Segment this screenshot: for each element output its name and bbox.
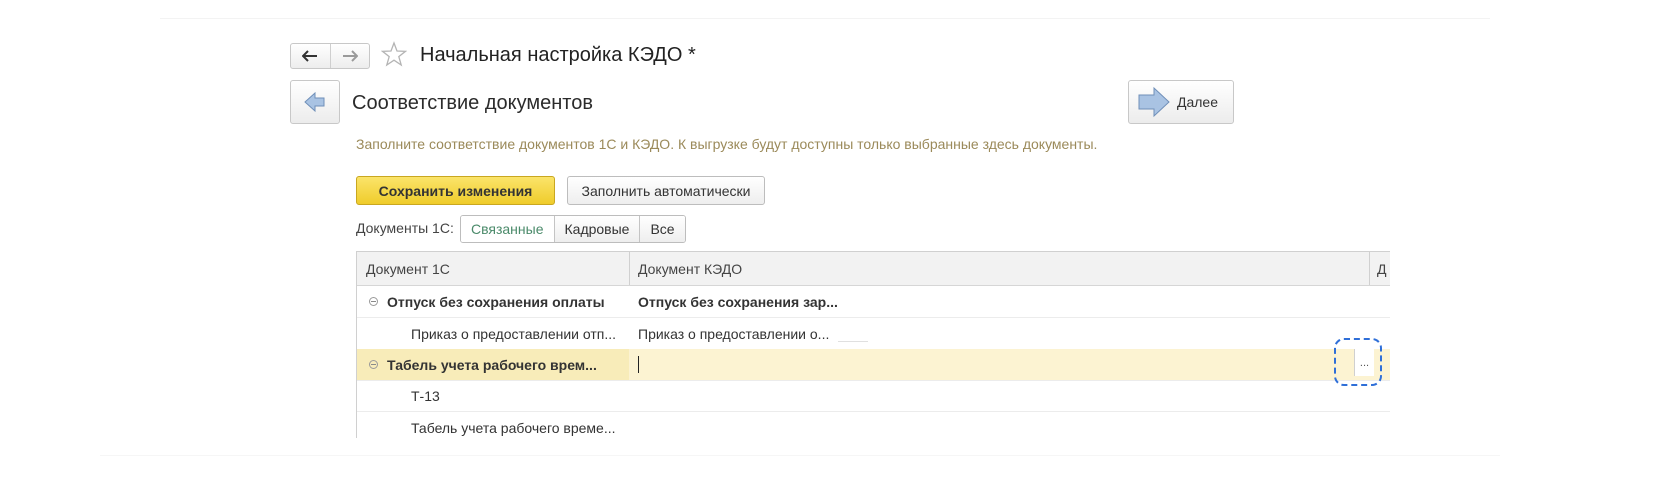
- table-row-selected[interactable]: Табель учета рабочего врем...: [357, 349, 1390, 381]
- table-row[interactable]: Табель учета рабочего време...: [357, 412, 1390, 438]
- cell-kedo[interactable]: [629, 380, 1389, 411]
- kedo-edit-field[interactable]: [629, 349, 1389, 380]
- column-header-doc1c[interactable]: Документ 1С: [357, 252, 629, 285]
- filter-hr[interactable]: Кадровые: [553, 216, 640, 242]
- cell-text: Отпуск без сохранения оплаты: [387, 293, 605, 310]
- cell-doc1c: Табель учета рабочего врем...: [357, 349, 629, 380]
- bottom-divider: [100, 455, 1500, 456]
- fill-automatically-button[interactable]: Заполнить автоматически: [567, 176, 765, 205]
- highlight-marker: [1334, 338, 1382, 386]
- documents-filter-label: Документы 1С:: [356, 220, 454, 236]
- filter-all[interactable]: Все: [639, 216, 685, 242]
- collapse-icon[interactable]: [369, 297, 378, 306]
- documents-table: Документ 1С Документ КЭДО Д Отпуск без с…: [356, 251, 1390, 438]
- history-nav: [290, 43, 370, 69]
- cell-text: Табель учета рабочего врем...: [387, 356, 597, 373]
- save-changes-button[interactable]: Сохранить изменения: [356, 176, 555, 205]
- arrow-right-icon: [1138, 86, 1170, 118]
- window-title: Начальная настройка КЭДО *: [420, 44, 696, 66]
- field-underline: [838, 341, 868, 342]
- favorite-star-icon[interactable]: [380, 41, 408, 72]
- column-header-kedo[interactable]: Документ КЭДО: [629, 252, 1369, 285]
- cell-kedo[interactable]: [629, 412, 1389, 438]
- table-row[interactable]: Приказ о предоставлении отп... Приказ о …: [357, 318, 1390, 350]
- top-divider: [160, 18, 1490, 19]
- column-header-extra[interactable]: Д: [1369, 252, 1390, 285]
- next-step-label: Далее: [1177, 94, 1219, 110]
- cell-doc1c: Приказ о предоставлении отп...: [411, 325, 617, 342]
- forward-button[interactable]: [329, 44, 370, 68]
- collapse-icon[interactable]: [369, 360, 378, 369]
- cell-kedo[interactable]: Приказ о предоставлении о...: [629, 318, 1389, 349]
- page-title: Соответствие документов: [352, 92, 593, 114]
- cell-doc1c: Табель учета рабочего време...: [411, 419, 616, 436]
- cell-doc1c: Отпуск без сохранения оплаты: [357, 286, 629, 317]
- next-step-button[interactable]: Далее: [1128, 80, 1234, 124]
- filter-linked[interactable]: Связанные: [461, 216, 554, 242]
- previous-step-button[interactable]: [290, 80, 340, 124]
- table-header: Документ 1С Документ КЭДО Д: [357, 252, 1390, 286]
- arrow-left-icon: [302, 50, 318, 62]
- arrow-right-icon: [342, 50, 358, 62]
- documents-filter: Связанные Кадровые Все: [460, 215, 686, 243]
- arrow-left-icon: [304, 91, 325, 113]
- instruction-text: Заполните соответствие документов 1С и К…: [356, 136, 1098, 152]
- table-row[interactable]: Т-13: [357, 380, 1390, 412]
- back-button[interactable]: [291, 44, 330, 68]
- table-row[interactable]: Отпуск без сохранения оплаты Отпуск без …: [357, 286, 1390, 318]
- cell-kedo[interactable]: Отпуск без сохранения зар...: [629, 286, 1389, 317]
- text-cursor: [638, 356, 639, 373]
- cell-doc1c: Т-13: [411, 387, 440, 404]
